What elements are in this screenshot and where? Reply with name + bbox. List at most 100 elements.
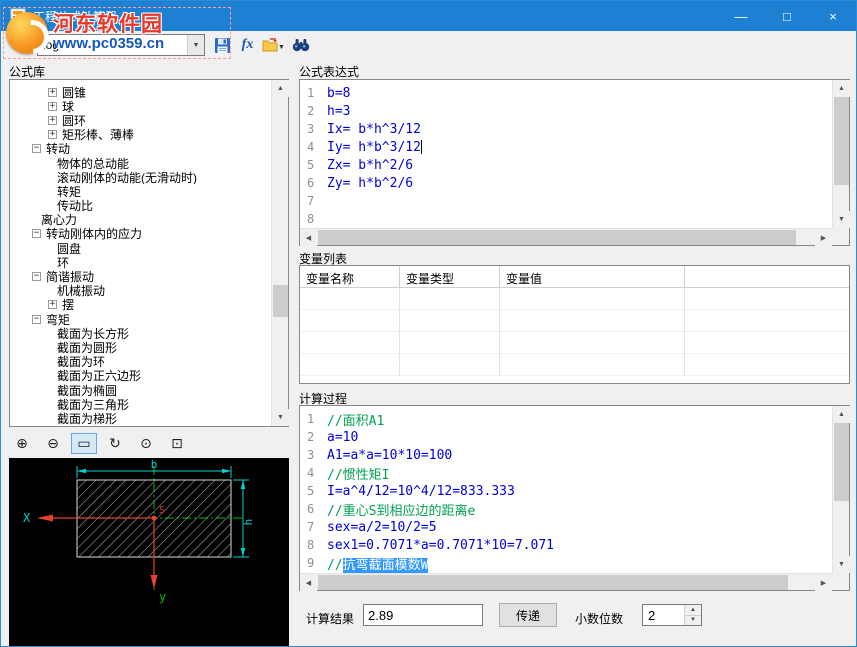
tree-item[interactable]: 转矩 <box>10 184 271 198</box>
transfer-button[interactable]: 传递 <box>499 603 557 627</box>
scroll-right-icon[interactable]: ▶ <box>815 229 832 246</box>
export-icon[interactable]: ▼ <box>259 34 282 56</box>
maximize-button[interactable]: □ <box>764 1 810 31</box>
tree-item[interactable]: +圆环 <box>10 113 271 127</box>
variables-table[interactable]: 变量名称变量类型变量值 <box>299 265 850 384</box>
tree-item[interactable]: 滚动刚体的动能(无滑动时) <box>10 170 271 184</box>
tree-item[interactable]: −转动刚体内的应力 <box>10 227 271 241</box>
spinner-buttons: ▲ ▼ <box>684 605 701 625</box>
library-title: 公式库 <box>9 63 45 80</box>
formula-tree[interactable]: +圆锥+球+圆环+矩形棒、薄棒−转动物体的总动能滚动刚体的动能(无滑动时)转矩传… <box>9 79 289 427</box>
tree-item-label: 截面为椭圆 <box>57 383 117 397</box>
spin-down-icon[interactable]: ▼ <box>685 616 701 626</box>
scroll-down-icon[interactable]: ▼ <box>272 409 289 426</box>
line-number: 7 <box>300 520 327 534</box>
column-header[interactable]: 变量类型 <box>400 266 500 288</box>
zoom-in-icon[interactable]: ⊕ <box>9 433 35 454</box>
section-preview-canvas[interactable]: b h X y S <box>9 458 289 647</box>
scroll-left-icon[interactable]: ◀ <box>300 229 317 246</box>
code-line: 8sex1=0.7071*a=0.7071*10=7.071 <box>300 536 832 554</box>
process-code-area[interactable]: 1//面积A12a=103A1=a*a=10*10=1004//惯性矩I5I=a… <box>300 406 832 573</box>
tree-item[interactable]: 离心力 <box>10 213 271 227</box>
tree-item[interactable]: −简谐振动 <box>10 269 271 283</box>
tree-item[interactable]: +矩形棒、薄棒 <box>10 128 271 142</box>
tree-item[interactable]: +圆锥 <box>10 85 271 99</box>
decimal-spinner[interactable]: 2 ▲ ▼ <box>642 604 702 626</box>
line-number: 8 <box>300 538 327 552</box>
collapse-icon[interactable]: − <box>32 229 41 238</box>
minimize-button[interactable]: — <box>718 1 764 31</box>
expand-icon[interactable]: + <box>48 88 57 97</box>
column-header[interactable]: 变量名称 <box>300 266 400 288</box>
tree-item[interactable]: 截面为椭圆 <box>10 383 271 397</box>
tree-item[interactable]: −转动 <box>10 142 271 156</box>
save-icon[interactable] <box>211 34 234 56</box>
tree-item[interactable]: −弯矩 <box>10 312 271 326</box>
fx-icon[interactable]: fx <box>236 34 259 56</box>
code-text: //抗弯截面模数W <box>327 554 428 573</box>
tree-item-label: 截面为圆形 <box>57 340 117 354</box>
formula-expression-editor[interactable]: 1b=82h=33Ix= b*h^3/124Iy= h*b^3/125Zx= b… <box>299 79 850 246</box>
expand-icon[interactable]: + <box>48 130 57 139</box>
scroll-up-icon[interactable]: ▲ <box>833 406 850 423</box>
variable-row <box>300 332 849 354</box>
tree-item[interactable]: 截面为长方形 <box>10 326 271 340</box>
collapse-icon[interactable]: − <box>32 315 41 324</box>
column-header[interactable]: 变量值 <box>500 266 685 288</box>
app-window: 工程公式计算器 — □ × log ▼ fx <box>0 0 857 647</box>
zoom-window-icon[interactable]: ⊡ <box>164 433 190 454</box>
tree-item[interactable]: 截面为正六边形 <box>10 369 271 383</box>
collapse-icon[interactable]: − <box>32 144 41 153</box>
tree-item[interactable]: 机械振动 <box>10 284 271 298</box>
tree-item-label: 离心力 <box>41 213 77 227</box>
hscroll-thumb[interactable] <box>318 575 788 590</box>
tree-item[interactable]: 截面为三角形 <box>10 397 271 411</box>
tree-item[interactable]: 环 <box>10 255 271 269</box>
expression-code-area[interactable]: 1b=82h=33Ix= b*h^3/124Iy= h*b^3/125Zx= b… <box>300 80 832 228</box>
expand-icon[interactable]: + <box>48 116 57 125</box>
tree-item[interactable]: 截面为圆形 <box>10 340 271 354</box>
drawing-toolbar: ⊕⊖▭↻⊙⊡ <box>9 431 195 455</box>
vscroll-thumb[interactable] <box>834 97 849 185</box>
zoom-dynamic-icon[interactable]: ⊙ <box>133 433 159 454</box>
collapse-icon[interactable]: − <box>32 272 41 281</box>
calculation-process-editor[interactable]: 1//面积A12a=103A1=a*a=10*10=1004//惯性矩I5I=a… <box>299 405 850 591</box>
chevron-down-icon[interactable]: ▼ <box>187 35 204 55</box>
vscroll-thumb[interactable] <box>273 285 288 317</box>
fit-screen-icon[interactable]: ▭ <box>71 433 97 454</box>
zoom-out-icon[interactable]: ⊖ <box>40 433 66 454</box>
scroll-right-icon[interactable]: ▶ <box>815 574 832 591</box>
chevron-down-icon[interactable]: ▼ <box>278 44 285 51</box>
decimal-places-label: 小数位数 <box>575 610 623 627</box>
formula-select[interactable]: log ▼ <box>37 34 205 56</box>
binoculars-icon[interactable] <box>289 34 312 56</box>
tree-item[interactable]: 截面为环 <box>10 355 271 369</box>
scroll-left-icon[interactable]: ◀ <box>300 574 317 591</box>
scroll-down-icon[interactable]: ▼ <box>833 556 850 573</box>
close-button[interactable]: × <box>810 1 856 31</box>
code-text: A1=a*a=10*10=100 <box>327 448 452 463</box>
scroll-up-icon[interactable]: ▲ <box>833 80 850 97</box>
zoom-previous-icon[interactable]: ↻ <box>102 433 128 454</box>
hscroll-thumb[interactable] <box>318 230 796 245</box>
code-text: Zy= h*b^2/6 <box>327 176 413 191</box>
tree-item-label: 环 <box>57 255 69 269</box>
result-input[interactable] <box>363 604 483 626</box>
tree-item[interactable]: 物体的总动能 <box>10 156 271 170</box>
line-number: 4 <box>300 140 327 154</box>
line-number: 9 <box>300 556 327 570</box>
tree-item[interactable]: 截面为梯形 <box>10 411 271 425</box>
tree-item[interactable]: 圆盘 <box>10 241 271 255</box>
formula-select-value: log <box>38 38 187 52</box>
vscroll-thumb[interactable] <box>834 423 849 501</box>
scroll-down-icon[interactable]: ▼ <box>833 211 850 228</box>
expand-icon[interactable]: + <box>48 300 57 309</box>
tree-item[interactable]: +摆 <box>10 298 271 312</box>
tree-item[interactable]: 传动比 <box>10 199 271 213</box>
tree-item-label: 转动 <box>46 142 70 156</box>
spin-up-icon[interactable]: ▲ <box>685 605 701 616</box>
tree-item[interactable]: +球 <box>10 99 271 113</box>
result-label: 计算结果 <box>306 610 354 627</box>
expand-icon[interactable]: + <box>48 102 57 111</box>
scroll-up-icon[interactable]: ▲ <box>272 80 289 97</box>
